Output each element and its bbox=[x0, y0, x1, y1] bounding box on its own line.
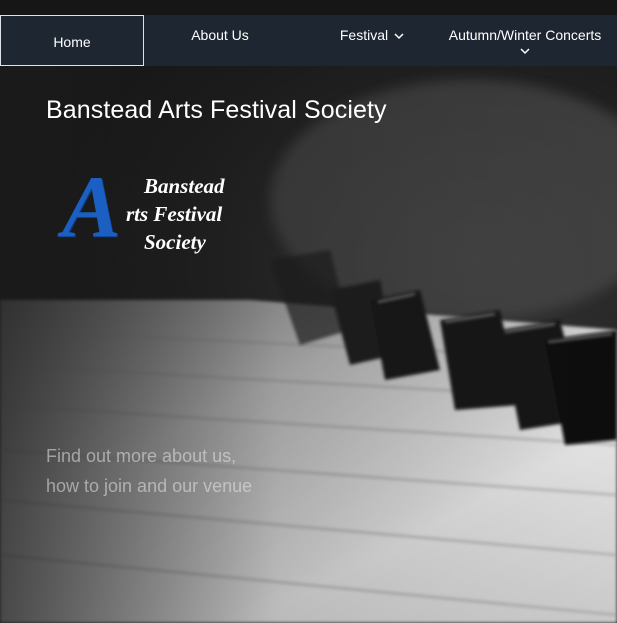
nav-item-label: Autumn/Winter Concerts bbox=[448, 27, 602, 43]
tagline-line: how to join and our venue bbox=[46, 476, 253, 496]
logo-text-line: rts Festival bbox=[126, 202, 223, 226]
tagline-line: Find out more about us, bbox=[46, 446, 237, 466]
nav-item-home[interactable]: Home bbox=[0, 15, 144, 66]
society-logo: A Banstead rts Festival Society bbox=[62, 164, 262, 262]
nav-item-label: Home bbox=[53, 33, 91, 50]
chevron-down-icon bbox=[394, 27, 404, 43]
top-strip bbox=[0, 0, 617, 15]
nav-item-about-us[interactable]: About Us bbox=[144, 15, 296, 66]
nav-item-label: About Us bbox=[191, 27, 249, 43]
chevron-down-icon bbox=[520, 42, 530, 58]
nav-item-autumn-winter-concerts[interactable]: Autumn/Winter Concerts bbox=[440, 15, 610, 66]
piano-keys-image bbox=[0, 0, 617, 623]
nav-item-festival[interactable]: Festival bbox=[296, 15, 448, 66]
logo-text-line: Society bbox=[144, 230, 206, 254]
logo-letter-a: A bbox=[62, 159, 121, 256]
hero-tagline: Find out more about us, how to join and … bbox=[46, 441, 346, 501]
logo-text-line: Banstead bbox=[144, 174, 225, 198]
nav-item-label: Festival bbox=[339, 27, 389, 43]
site-title: Banstead Arts Festival Society bbox=[46, 96, 387, 124]
hero-background bbox=[0, 0, 617, 623]
